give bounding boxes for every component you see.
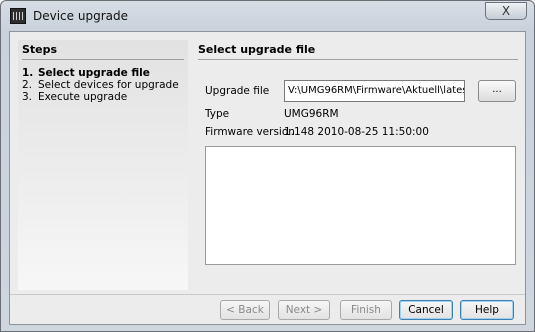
window-title: Device upgrade <box>33 9 128 23</box>
step-number: 3. <box>22 91 33 103</box>
type-value: UMG96RM <box>284 108 339 120</box>
steps-divider <box>22 59 184 60</box>
upgrade-file-input[interactable]: V:\UMG96RM\Firmware\Aktuell\latest\UMG <box>284 80 465 102</box>
upgrade-file-label: Upgrade file <box>205 85 270 97</box>
firmware-version-value: 1.148 2010-08-25 11:50:00 <box>284 126 429 138</box>
cancel-button[interactable]: Cancel <box>399 300 453 320</box>
content-divider <box>198 59 518 60</box>
close-button[interactable]: X <box>485 2 527 20</box>
step-number: 1. <box>22 67 34 79</box>
step-label: Execute upgrade <box>38 91 128 103</box>
page-title: Select upgrade file <box>198 43 316 56</box>
firmware-version-label: Firmware version <box>205 126 295 138</box>
content-panel: Select upgrade file Upgrade file V:\UMG9… <box>198 40 520 290</box>
steps-panel: Steps 1. Select upgrade file 2. Select dev… <box>18 40 188 290</box>
back-button[interactable]: < Back <box>220 300 270 320</box>
step-item-3: 3. Execute upgrade <box>22 91 127 103</box>
step-number: 2. <box>22 79 33 91</box>
step-label: Select upgrade file <box>38 67 150 79</box>
step-item-1: 1. Select upgrade file <box>22 67 150 79</box>
button-bar-divider <box>10 294 525 295</box>
title-bar[interactable]: Device upgrade X <box>1 1 534 31</box>
step-label: Select devices for upgrade <box>38 79 179 91</box>
type-label: Type <box>205 108 230 120</box>
steps-title: Steps <box>22 43 58 56</box>
help-button[interactable]: Help <box>460 300 514 320</box>
next-button[interactable]: Next > <box>278 300 330 320</box>
device-upgrade-window: Device upgrade X Steps 1. Select upgrade … <box>0 0 535 332</box>
browse-button[interactable]: ... <box>478 80 516 102</box>
details-text-area[interactable] <box>205 146 516 265</box>
step-item-2: 2. Select devices for upgrade <box>22 79 179 91</box>
wizard-client-area: Steps 1. Select upgrade file 2. Select dev… <box>9 31 526 325</box>
finish-button[interactable]: Finish <box>340 300 392 320</box>
app-icon <box>10 8 26 24</box>
